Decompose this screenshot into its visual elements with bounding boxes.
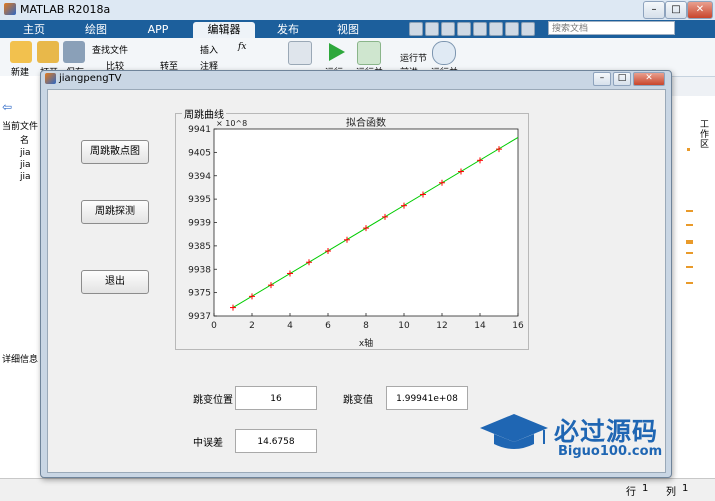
exponent-label: × 10^8 bbox=[216, 119, 247, 128]
tab-plots[interactable]: 绘图 bbox=[68, 22, 124, 38]
watermark-site: Biguo100.com bbox=[558, 444, 663, 459]
x-tick-label: 0 bbox=[211, 321, 217, 331]
run-icon[interactable] bbox=[325, 41, 347, 63]
quick-access-toolbar bbox=[405, 22, 545, 36]
minimize-button[interactable]: – bbox=[643, 1, 665, 19]
current-folder-label: 当前文件 bbox=[2, 122, 39, 132]
x-tick-label: 6 bbox=[325, 321, 331, 331]
y-tick-label: 9938 bbox=[188, 265, 211, 275]
x-tick-label: 2 bbox=[249, 321, 255, 331]
marker-icon bbox=[686, 252, 693, 254]
y-tick-label: 9375 bbox=[188, 289, 211, 299]
matlab-logo-icon bbox=[4, 3, 16, 15]
rms-error-field[interactable]: 14.6758 bbox=[235, 429, 317, 453]
col-label: 列 bbox=[666, 487, 676, 498]
close-button[interactable]: ✕ bbox=[687, 1, 713, 19]
watermark: 必过源码 Biguo100.com bbox=[478, 410, 688, 470]
x-tick-label: 16 bbox=[512, 321, 524, 331]
cut-quick-icon[interactable] bbox=[425, 22, 439, 36]
matlab-title-bar: MATLAB R2018a – □ ✕ bbox=[0, 0, 715, 21]
help-quick-icon[interactable] bbox=[521, 22, 535, 36]
marker-icon bbox=[686, 266, 693, 268]
figure-logo-icon bbox=[45, 73, 56, 84]
detect-button[interactable]: 周跳探测 bbox=[81, 200, 149, 224]
x-tick-label: 14 bbox=[474, 321, 486, 331]
y-tick-label: 9405 bbox=[188, 148, 211, 158]
search-docs-input[interactable]: 搜索文档 bbox=[548, 21, 675, 35]
x-tick-label: 12 bbox=[436, 321, 447, 331]
y-tick-label: 9941 bbox=[188, 125, 211, 135]
name-column-header: 名 bbox=[20, 136, 30, 146]
x-tick-label: 10 bbox=[398, 321, 410, 331]
maximize-button[interactable]: □ bbox=[665, 1, 687, 19]
y-tick-label: 9385 bbox=[188, 242, 211, 252]
y-tick-label: 9394 bbox=[188, 172, 211, 182]
switch-windows-icon[interactable] bbox=[505, 22, 519, 36]
current-folder-panel: ⇦ 当前文件 名 jia jia jia 详细信息 bbox=[0, 76, 43, 500]
save-icon[interactable] bbox=[63, 41, 85, 63]
run-time-icon[interactable] bbox=[432, 41, 456, 65]
x-tick-label: 8 bbox=[363, 321, 369, 331]
figure-title-bar: jiangpengTV – □ ✕ bbox=[41, 71, 671, 87]
new-icon[interactable] bbox=[10, 41, 32, 63]
tab-view[interactable]: 视图 bbox=[322, 22, 374, 38]
cycle-slip-panel: 周跳曲线 拟合函数 × 10^8 x轴 0 2 4 6 8 10 12 14 16 9937 93… bbox=[175, 106, 529, 350]
run-section-button[interactable]: 运行节 bbox=[400, 51, 427, 64]
x-tick-label: 4 bbox=[287, 321, 293, 331]
workspace-label: 工作区 bbox=[700, 120, 710, 150]
y-tick-label: 9937 bbox=[188, 312, 211, 322]
breakpoints-icon[interactable] bbox=[288, 41, 312, 65]
marker-icon bbox=[686, 224, 693, 226]
marker-icon bbox=[686, 210, 693, 212]
graduation-cap-icon bbox=[480, 414, 548, 449]
fit-chart: 拟合函数 × 10^8 x轴 0 2 4 6 8 10 12 14 16 9937 9375 993… bbox=[188, 117, 524, 347]
run-advance-icon[interactable] bbox=[357, 41, 381, 65]
plot-area bbox=[213, 128, 519, 317]
undo-quick-icon[interactable] bbox=[473, 22, 487, 36]
col-value: 1 bbox=[682, 483, 689, 494]
jump-position-field[interactable]: 16 bbox=[235, 386, 317, 410]
exit-button[interactable]: 退出 bbox=[81, 270, 149, 294]
insert-button[interactable]: 插入 bbox=[200, 43, 218, 56]
rms-error-label: 中误差 bbox=[193, 438, 223, 449]
file-item[interactable]: jia bbox=[20, 172, 31, 182]
tab-home[interactable]: 主页 bbox=[8, 22, 60, 38]
jump-position-label: 跳变位置 bbox=[193, 395, 233, 406]
y-tick-label: 9395 bbox=[188, 195, 211, 205]
back-arrow-icon[interactable]: ⇦ bbox=[2, 100, 12, 114]
y-tick-label: 9939 bbox=[188, 219, 211, 229]
status-bar: 行 1 列 1 bbox=[0, 478, 715, 501]
paste-quick-icon[interactable] bbox=[457, 22, 471, 36]
save-quick-icon[interactable] bbox=[409, 22, 423, 36]
file-item[interactable]: jia bbox=[20, 160, 31, 170]
open-icon[interactable] bbox=[37, 41, 59, 63]
figure-maximize-button[interactable]: □ bbox=[613, 72, 631, 86]
redo-quick-icon[interactable] bbox=[489, 22, 503, 36]
tab-apps[interactable]: APP bbox=[132, 22, 184, 38]
row-value: 1 bbox=[642, 483, 649, 494]
jump-value-field[interactable]: 1.99941e+08 bbox=[386, 386, 468, 410]
marker-icon bbox=[686, 282, 693, 284]
scatter-plot-button[interactable]: 周跳散点图 bbox=[81, 140, 149, 164]
tab-publish[interactable]: 发布 bbox=[262, 22, 314, 38]
fx-icon[interactable]: fx bbox=[238, 42, 246, 52]
x-axis-label: x轴 bbox=[359, 337, 373, 347]
row-label: 行 bbox=[626, 487, 636, 498]
details-label: 详细信息 bbox=[2, 355, 39, 365]
figure-close-button[interactable]: ✕ bbox=[633, 72, 665, 86]
find-files-button[interactable]: 查找文件 bbox=[92, 43, 128, 56]
jump-value-label: 跳变值 bbox=[343, 395, 373, 406]
app-title: MATLAB R2018a bbox=[20, 3, 111, 16]
file-item[interactable]: jia bbox=[20, 148, 31, 158]
tab-editor[interactable]: 编辑器 bbox=[193, 22, 255, 38]
copy-quick-icon[interactable] bbox=[441, 22, 455, 36]
marker-icon bbox=[686, 240, 693, 244]
watermark-brand: 必过源码 bbox=[554, 417, 659, 446]
figure-minimize-button[interactable]: – bbox=[593, 72, 611, 86]
figure-title: jiangpengTV bbox=[59, 73, 122, 84]
marker-icon bbox=[687, 148, 690, 151]
chart-title: 拟合函数 bbox=[346, 117, 386, 129]
